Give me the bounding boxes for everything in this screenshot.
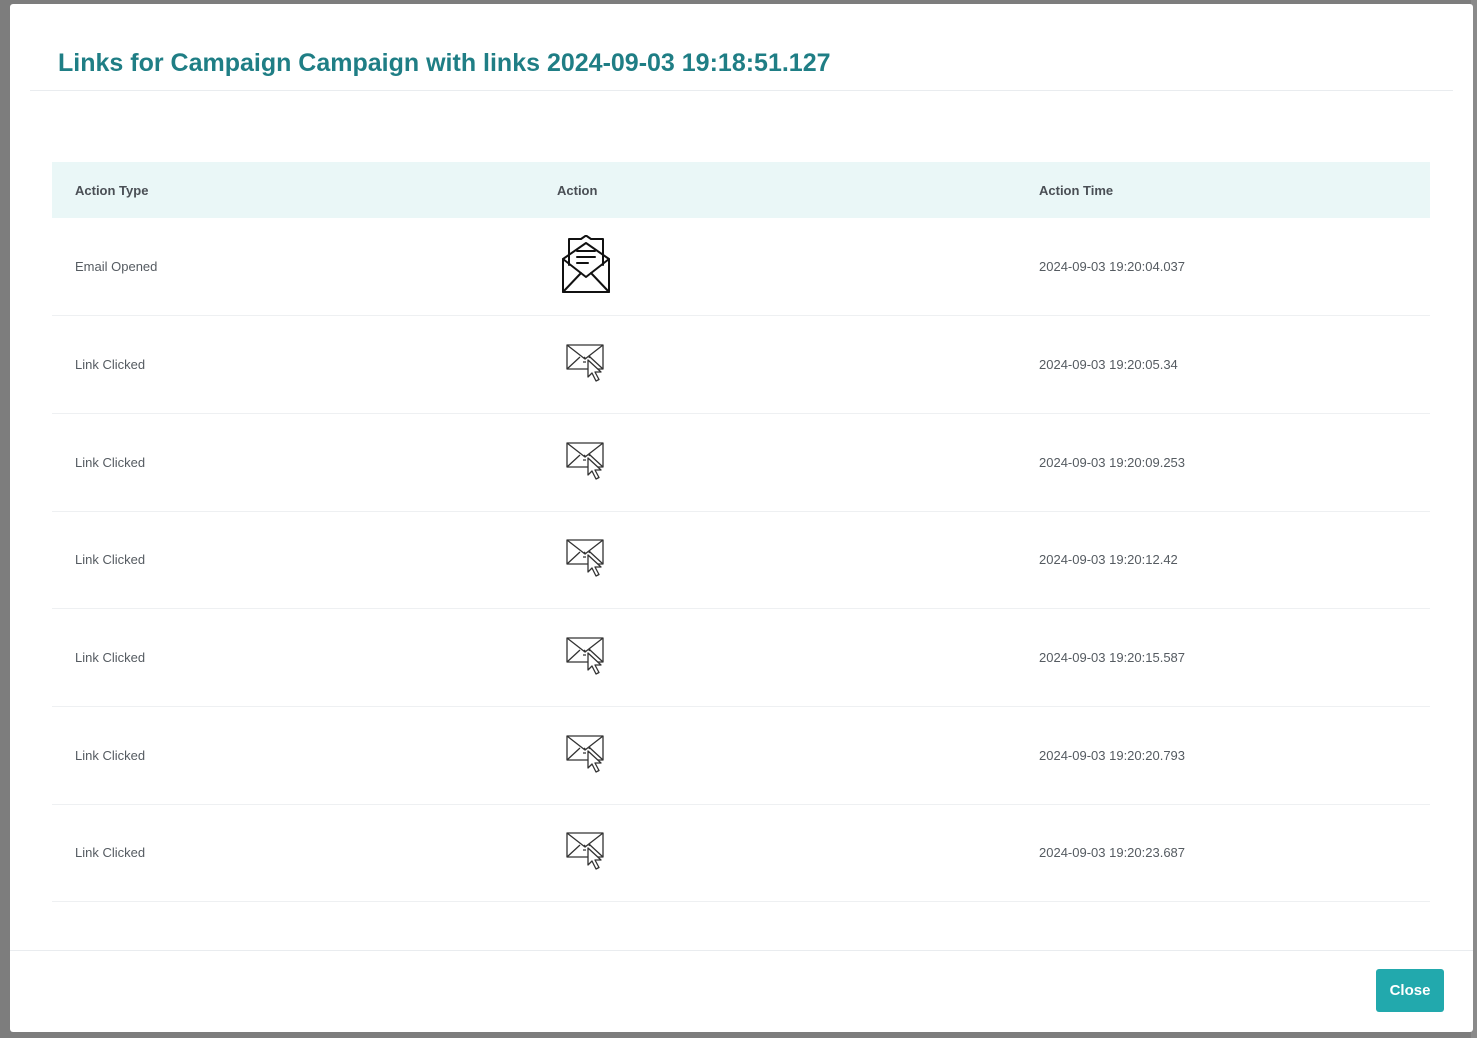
action-type-cell: Link Clicked [75,454,146,470]
table-row: Link Clicked 2024-09-03 19:20:20.793 [52,706,1430,805]
action-icon-cell [534,218,1016,316]
links-modal: Links for Campaign Campaign with links 2… [10,4,1473,1032]
envelope-click-icon [566,538,606,581]
action-type-cell: Link Clicked [75,650,146,666]
action-type-cell: Link Clicked [75,357,146,373]
modal-title: Links for Campaign Campaign with links 2… [58,49,831,77]
envelope-open-icon [560,234,612,298]
action-icon-cell [534,511,1016,609]
action-type-cell: Link Clicked [75,845,146,861]
column-header-action-time: Action Time [1039,182,1114,198]
action-time-cell: 2024-09-03 19:20:23.687 [1039,845,1186,861]
actions-table: Action Type Action Action Time Email Ope… [52,162,1430,902]
action-type-cell: Link Clicked [75,552,146,568]
table-row: Link Clicked 2024-09-03 19:20:05.34 [52,316,1430,414]
table-row: Link Clicked 2024-09-03 19:20:23.687 [52,804,1430,902]
action-time-cell: 2024-09-03 19:20:05.34 [1039,357,1178,373]
table-row: Link Clicked 2024-09-03 19:20:12.42 [52,511,1430,609]
action-time-cell: 2024-09-03 19:20:15.587 [1039,650,1186,666]
envelope-click-icon [566,343,606,386]
table-row: Link Clicked 2024-09-03 19:20:15.587 [52,609,1430,707]
action-icon-cell [534,316,1016,414]
actions-table-container: Action Type Action Action Time Email Ope… [52,162,1430,902]
column-header-action-type: Action Type [75,182,149,198]
table-row: Email Opened 2024-09-03 19:20:04.037 [52,218,1430,316]
envelope-click-icon [566,636,606,679]
modal-footer: Close [10,950,1473,1033]
table-body: Email Opened 2024-09-03 19:20:04.037 Lin… [52,218,1430,902]
action-time-cell: 2024-09-03 19:20:04.037 [1039,259,1186,275]
action-time-cell: 2024-09-03 19:20:09.253 [1039,454,1186,470]
action-icon-cell [534,706,1016,804]
action-type-cell: Email Opened [75,259,158,275]
envelope-click-icon [566,831,606,874]
modal-header: Links for Campaign Campaign with links 2… [30,4,1453,91]
table-header-row: Action Type Action Action Time [52,162,1430,218]
action-time-cell: 2024-09-03 19:20:20.793 [1039,747,1186,763]
envelope-click-icon [566,441,606,484]
table-row: Link Clicked 2024-09-03 19:20:09.253 [52,413,1430,512]
action-time-cell: 2024-09-03 19:20:12.42 [1039,552,1178,568]
column-header-action: Action [557,182,598,198]
close-button[interactable]: Close [1376,969,1444,1012]
action-type-cell: Link Clicked [75,747,146,763]
action-icon-cell [534,804,1016,902]
envelope-click-icon [566,734,606,777]
action-icon-cell [534,609,1016,707]
action-icon-cell [534,413,1016,511]
